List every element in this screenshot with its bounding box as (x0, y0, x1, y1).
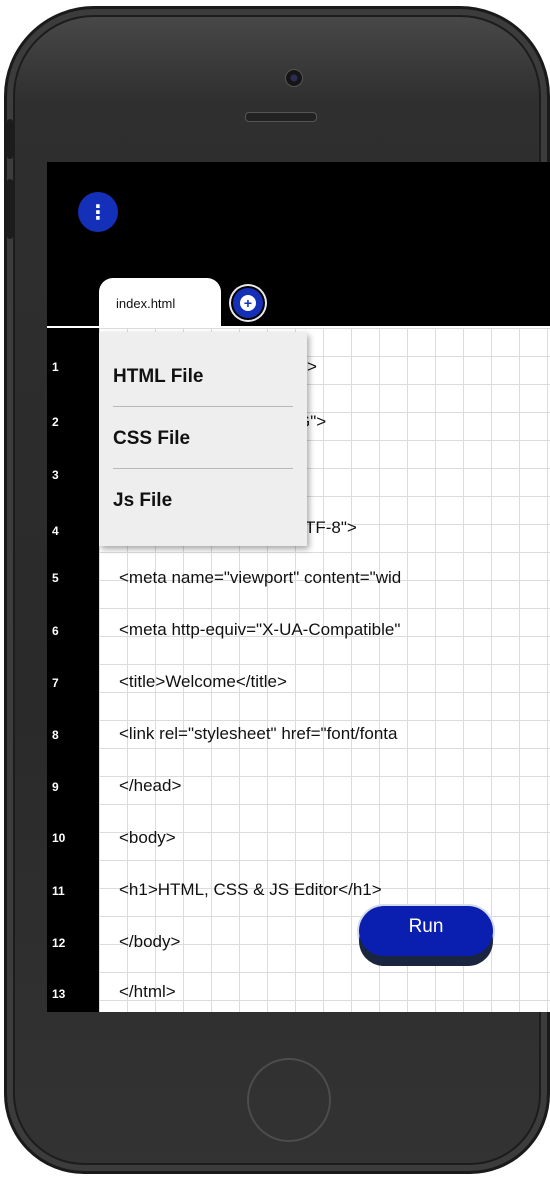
code-line: </head> (119, 776, 182, 795)
code-line: </body> (119, 932, 181, 951)
run-button-label: Run (408, 916, 444, 937)
menu-button[interactable]: ⋮ (78, 192, 118, 232)
home-button[interactable] (247, 1058, 331, 1142)
add-file-button[interactable]: + (233, 288, 263, 318)
code-line: <meta name="viewport" content="wid (119, 568, 402, 587)
code-line: > (307, 357, 317, 376)
code-line: <meta http-equiv="X-UA-Compatible" (119, 620, 401, 639)
code-line: <h1>HTML, CSS & JS Editor</h1> (119, 880, 382, 899)
menu-item-css-file[interactable]: CSS File (113, 428, 293, 450)
volume-button (7, 179, 13, 239)
line-number: 9 (52, 780, 59, 794)
line-number: 3 (52, 468, 59, 482)
tab-index-html[interactable]: index.html (99, 278, 221, 328)
menu-divider (113, 468, 293, 469)
menu-item-js-file[interactable]: Js File (113, 490, 293, 512)
run-button[interactable]: Run (359, 906, 493, 956)
line-number: 10 (52, 831, 66, 845)
menu-divider (113, 406, 293, 407)
code-line: <title>Welcome</title> (119, 672, 287, 691)
line-number: 8 (52, 728, 59, 742)
line-number: 4 (52, 524, 59, 538)
line-number: 5 (52, 571, 59, 585)
more-vertical-icon: ⋮ (88, 201, 108, 224)
code-line: TF-8"> (305, 518, 357, 537)
tab-bar: index.html + (47, 274, 550, 328)
camera-icon (285, 69, 303, 87)
line-number-gutter: 1 2 3 4 5 6 7 8 9 10 11 12 13 (47, 328, 99, 1012)
line-number: 6 (52, 624, 59, 638)
line-number: 1 (52, 360, 59, 374)
line-number: 2 (52, 415, 59, 429)
code-line: <link rel="stylesheet" href="font/fonta (119, 724, 398, 743)
line-number: 7 (52, 676, 59, 690)
line-number: 13 (52, 987, 66, 1001)
menu-item-html-file[interactable]: HTML File (113, 366, 293, 388)
line-number: 12 (52, 936, 66, 950)
tab-label: index.html (116, 296, 176, 311)
plus-icon: + (240, 295, 256, 311)
new-file-menu: HTML File CSS File Js File (99, 332, 307, 546)
volume-button (7, 119, 13, 159)
code-line: </html> (119, 982, 176, 1001)
line-number: 11 (52, 884, 65, 898)
code-line: <body> (119, 828, 176, 847)
speaker-grille (245, 112, 317, 122)
app-screen: ⋮ index.html + 1 2 3 4 5 6 7 8 9 10 11 1… (47, 162, 550, 1012)
